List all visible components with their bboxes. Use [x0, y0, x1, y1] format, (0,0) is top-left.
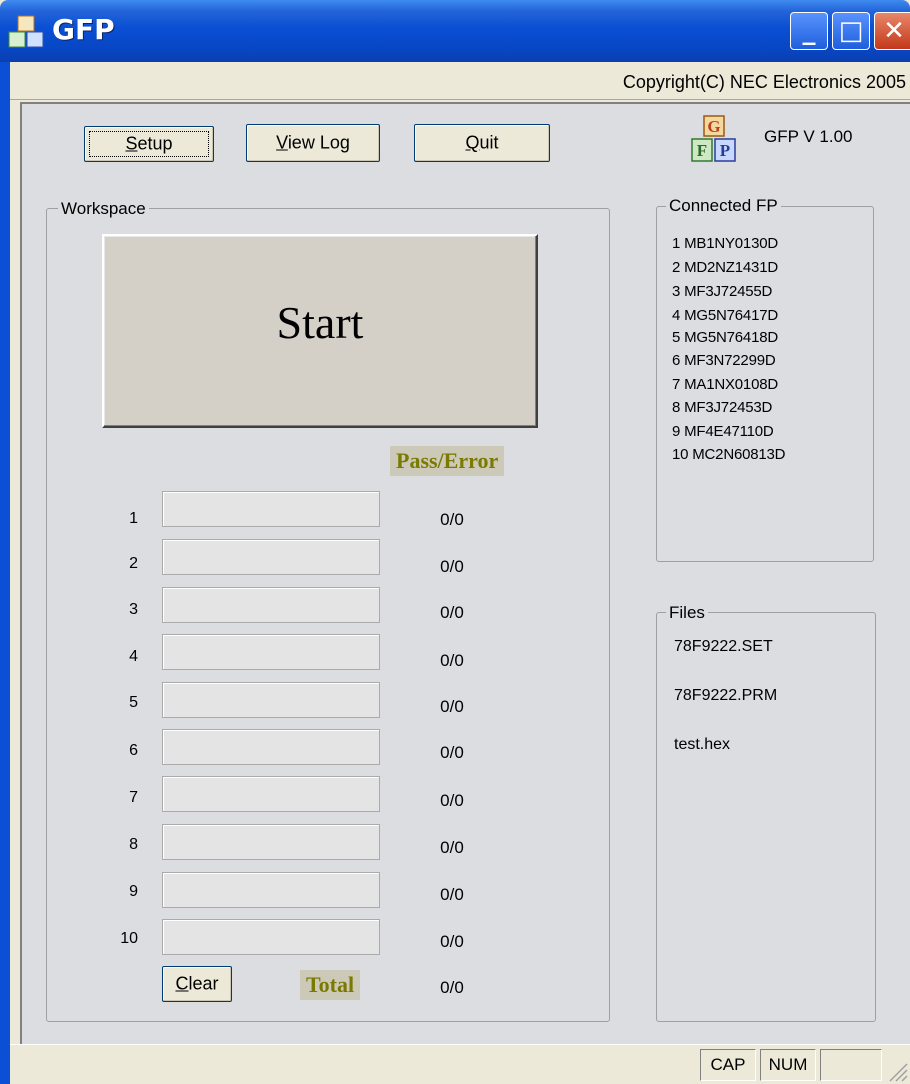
row-number: 7 [129, 789, 138, 806]
list-item: 2 MD2NZ1431D [672, 259, 778, 276]
files-group [656, 612, 876, 1022]
quit-button-label: Quit [465, 132, 499, 153]
row-result: 0/0 [440, 932, 464, 951]
gfp-logo: G F P [691, 115, 736, 162]
quit-button[interactable]: Quit [414, 124, 550, 162]
progress-bar-5 [162, 682, 380, 718]
progress-bar-9 [162, 872, 380, 908]
progress-bar-6 [162, 729, 380, 765]
list-item: 9 MF4E47110D [672, 423, 774, 440]
caps-indicator: CAP [700, 1049, 756, 1081]
pass-error-label: Pass/Error [390, 446, 505, 476]
clear-button-label: Clear [175, 973, 219, 994]
row-result: 0/0 [440, 697, 464, 716]
list-item: 10 MC2N60813D [672, 446, 786, 463]
progress-bar-1 [162, 491, 380, 527]
start-button[interactable]: Start [102, 234, 538, 428]
file-item: test.hex [674, 736, 731, 753]
svg-text:G: G [707, 117, 720, 136]
maximize-icon: □ [838, 16, 864, 46]
resize-grip-icon[interactable] [886, 1060, 908, 1082]
row-number: 6 [129, 742, 138, 759]
file-item: 78F9222.PRM [674, 687, 778, 704]
progress-bar-7 [162, 776, 380, 812]
copyright-text: Copyright(C) NEC Electronics 2005 [622, 72, 906, 92]
row-number: 3 [129, 601, 138, 618]
row-result: 0/0 [440, 885, 464, 904]
total-value: 0/0 [440, 978, 464, 997]
row-number: 10 [120, 930, 138, 947]
row-number: 9 [129, 883, 138, 900]
list-item: 1 MB1NY0130D [672, 235, 778, 252]
row-number: 1 [129, 510, 138, 527]
minimize-icon: _ [802, 16, 816, 46]
row-result: 0/0 [440, 603, 464, 622]
row-number: 8 [129, 836, 138, 853]
progress-bar-2 [162, 539, 380, 575]
view-log-button-label: View Log [276, 132, 350, 153]
close-button[interactable]: ✕ [874, 12, 910, 50]
workspace-legend: Workspace [58, 199, 149, 219]
svg-text:P: P [720, 141, 730, 160]
progress-bar-10 [162, 919, 380, 955]
close-icon: ✕ [883, 16, 905, 46]
scroll-indicator [820, 1049, 882, 1081]
clear-button[interactable]: Clear [162, 966, 232, 1002]
row-result: 0/0 [440, 743, 464, 762]
list-item: 6 MF3N72299D [672, 352, 776, 369]
row-number: 2 [129, 555, 138, 572]
row-result: 0/0 [440, 838, 464, 857]
connected-fp-legend: Connected FP [666, 196, 781, 216]
view-log-button[interactable]: View Log [246, 124, 380, 162]
progress-bar-4 [162, 634, 380, 670]
list-item: 3 MF3J72455D [672, 283, 773, 300]
row-number: 4 [129, 648, 138, 665]
files-legend: Files [666, 603, 708, 623]
list-item: 8 MF3J72453D [672, 399, 773, 416]
row-result: 0/0 [440, 510, 464, 529]
row-result: 0/0 [440, 651, 464, 670]
setup-button[interactable]: Setup [84, 126, 214, 162]
version-label: GFP V 1.00 [764, 127, 853, 146]
list-item: 5 MG5N76418D [672, 329, 778, 346]
window-frame-left [0, 62, 10, 1084]
gfp-logo-icon[interactable] [8, 15, 44, 49]
minimize-button[interactable]: _ [790, 12, 828, 50]
title-bar[interactable]: GFP _ □ ✕ [0, 0, 910, 62]
list-item: 7 MA1NX0108D [672, 376, 778, 393]
start-button-label: Start [276, 297, 364, 348]
row-number: 5 [129, 694, 138, 711]
list-item: 4 MG5N76417D [672, 307, 778, 324]
row-result: 0/0 [440, 791, 464, 810]
setup-button-label: Setup [125, 133, 173, 154]
window-title: GFP [52, 13, 115, 46]
svg-text:F: F [697, 141, 707, 160]
progress-bar-8 [162, 824, 380, 860]
maximize-button[interactable]: □ [832, 12, 870, 50]
row-result: 0/0 [440, 557, 464, 576]
total-label: Total [300, 970, 361, 1000]
num-indicator: NUM [760, 1049, 816, 1081]
file-item: 78F9222.SET [674, 638, 773, 655]
progress-bar-3 [162, 587, 380, 623]
